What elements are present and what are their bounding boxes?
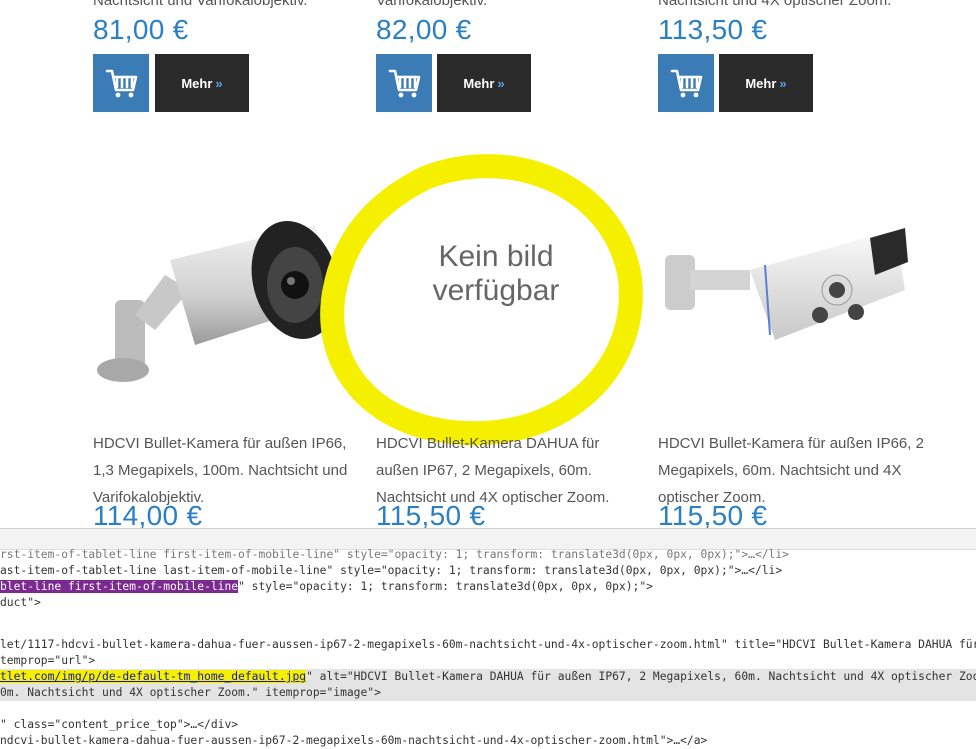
chevron-right-icon: » xyxy=(779,75,787,91)
code-line[interactable]: rst-item-of-tablet-line first-item-of-mo… xyxy=(0,547,789,563)
chevron-right-icon: » xyxy=(497,75,505,91)
highlighted-class: blet-line first-item-of-mobile-line xyxy=(0,580,239,593)
code-line[interactable]: temprop="url"> xyxy=(0,653,95,669)
devtools-panel[interactable]: rst-item-of-tablet-line first-item-of-mo… xyxy=(0,528,976,747)
product-description[interactable]: HDCVI Bullet-Kamera für außen IP66, 2 Me… xyxy=(658,430,928,511)
code-line[interactable]: let/1117-hdcvi-bullet-kamera-dahua-fuer-… xyxy=(0,637,976,653)
code-text: " alt="HDCVI Bullet-Kamera DAHUA für auß… xyxy=(306,670,976,683)
code-line[interactable]: ast-item-of-tablet-line last-item-of-mob… xyxy=(0,563,782,579)
product-image-camera[interactable] xyxy=(95,205,340,385)
code-line[interactable]: duct"> xyxy=(0,595,41,611)
chevron-right-icon: » xyxy=(215,75,223,91)
add-to-cart-button[interactable] xyxy=(376,54,432,112)
code-line[interactable]: ndcvi-bullet-kamera-dahua-fuer-aussen-ip… xyxy=(0,733,707,749)
product-price: 113,50 € xyxy=(658,14,768,45)
product-description[interactable]: HDCVI Bullet-Kamera für außen IP66, 1,3 … xyxy=(93,430,363,511)
product-description[interactable]: HDCVI Bullet-Kamera DAHUA für außen IP67… xyxy=(376,430,646,511)
more-button-label: Mehr xyxy=(181,75,213,91)
add-to-cart-button[interactable] xyxy=(658,54,714,112)
add-to-cart-button[interactable] xyxy=(93,54,149,112)
code-line-selected[interactable]: 0m. Nachtsicht und 4X optischer Zoom." i… xyxy=(0,685,976,701)
highlighted-src: tlet.com/img/p/de-default-tm_home_defaul… xyxy=(0,670,307,683)
code-line[interactable]: blet-line first-item-of-mobile-line" sty… xyxy=(0,579,653,595)
product-image-camera[interactable] xyxy=(660,220,910,350)
more-button-label: Mehr xyxy=(745,75,777,91)
more-button[interactable]: Mehr» xyxy=(719,54,813,112)
cart-icon xyxy=(388,69,421,98)
no-image-placeholder[interactable]: Kein bild verfügbar xyxy=(376,240,616,350)
more-button[interactable]: Mehr» xyxy=(155,54,249,112)
code-line[interactable]: " class="content_price_top">…</div> xyxy=(0,717,238,733)
product-price: 82,00 € xyxy=(376,14,472,45)
product-desc-tail: Nachtsicht und 4X optischer Zoom. xyxy=(658,0,892,9)
code-line-selected[interactable]: tlet.com/img/p/de-default-tm_home_defaul… xyxy=(0,669,976,685)
product-desc-tail: Varifokalobjektiv. xyxy=(376,0,488,9)
code-text: " style="opacity: 1; transform: translat… xyxy=(238,580,653,593)
more-button-label: Mehr xyxy=(463,75,495,91)
product-desc-tail: Nachtsicht und Varifokalobjektiv. xyxy=(93,0,308,9)
product-price: 81,00 € xyxy=(93,14,189,45)
more-button[interactable]: Mehr» xyxy=(437,54,531,112)
cart-icon xyxy=(670,69,703,98)
cart-icon xyxy=(105,69,138,98)
no-image-text: verfügbar xyxy=(432,274,560,307)
no-image-text: Kein bild xyxy=(438,240,554,273)
